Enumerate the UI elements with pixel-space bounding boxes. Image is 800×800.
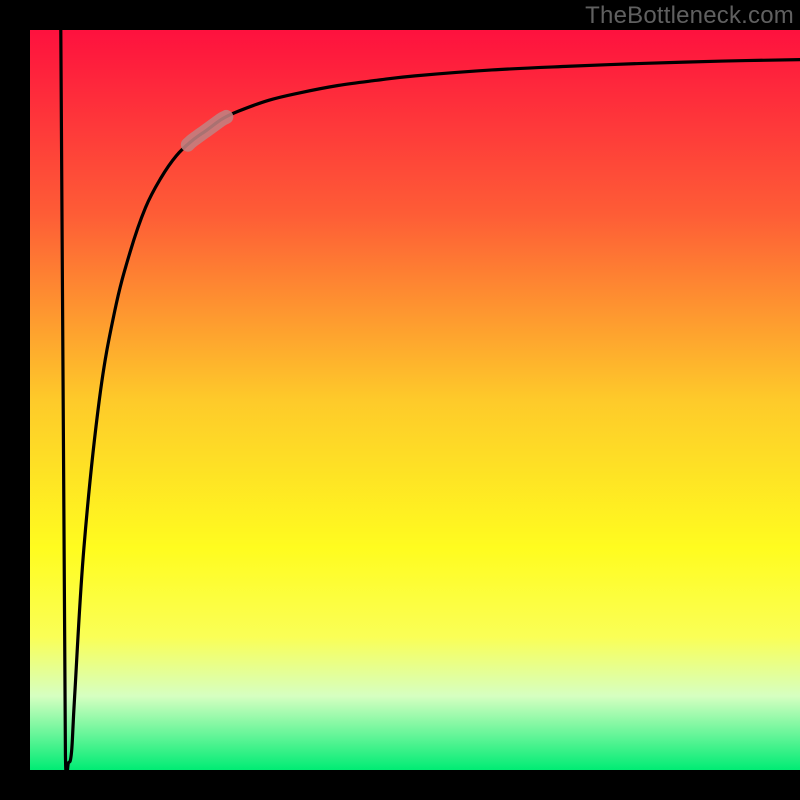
plot-area <box>30 30 800 770</box>
chart-container: TheBottleneck.com <box>0 0 800 800</box>
bottleneck-chart <box>0 0 800 800</box>
watermark-text: TheBottleneck.com <box>585 2 794 30</box>
